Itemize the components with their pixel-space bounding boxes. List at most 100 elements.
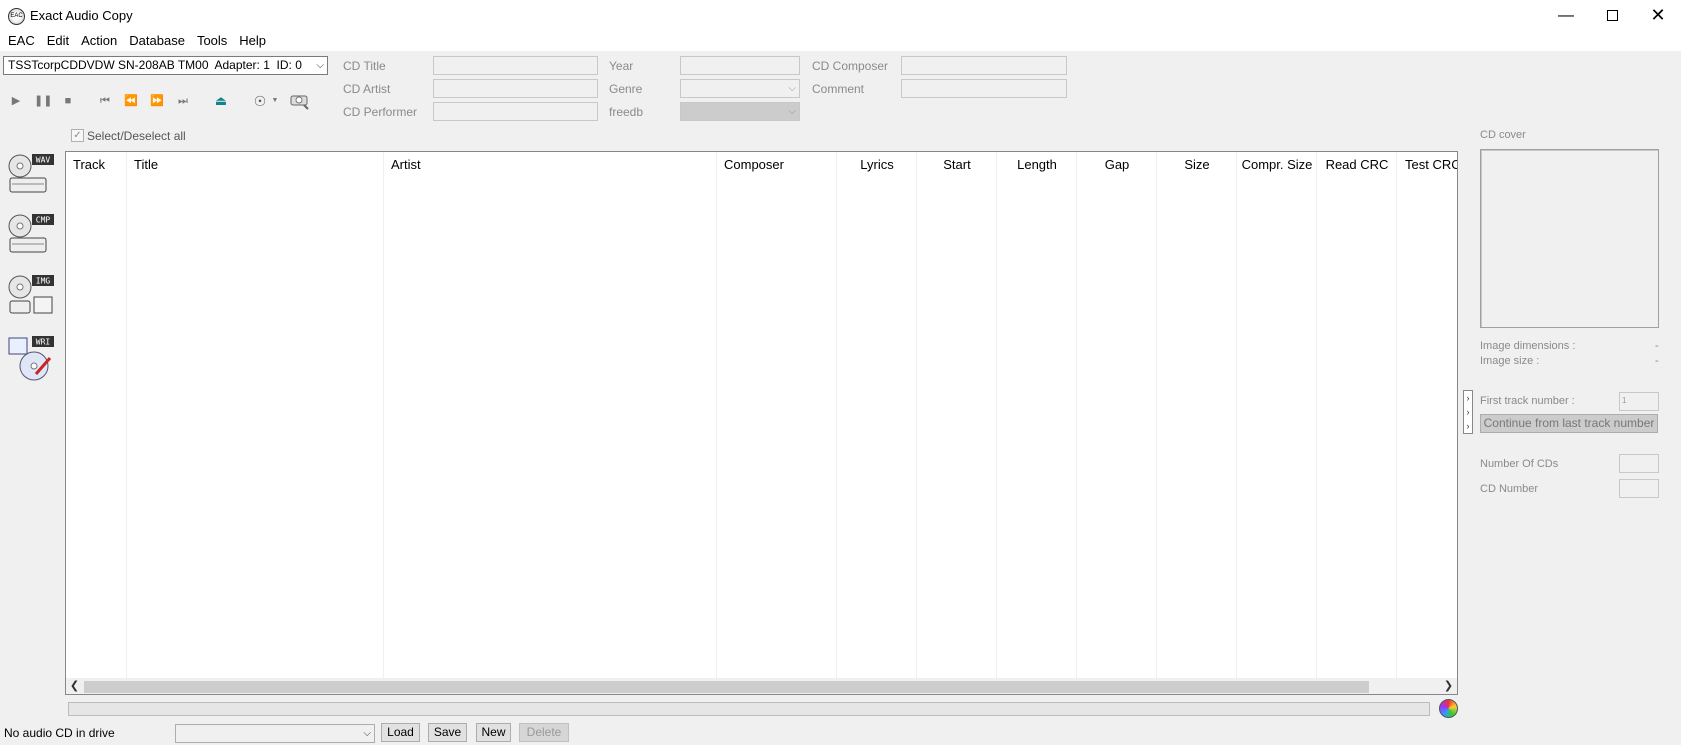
- cd-artist-label: CD Artist: [343, 82, 391, 96]
- drive-options-svg: [290, 95, 309, 110]
- continue-from-last-button[interactable]: Continue from last track number: [1480, 414, 1658, 433]
- copy-image-button[interactable]: IMG: [6, 273, 56, 323]
- chevron-down-icon: ⌵: [788, 83, 796, 94]
- minimize-button[interactable]: —: [1543, 0, 1589, 31]
- column-size: Size: [1157, 152, 1237, 678]
- genre-select[interactable]: ⌵: [680, 79, 800, 98]
- cd-drive-icon[interactable]: ☉: [250, 94, 270, 108]
- year-input[interactable]: [680, 56, 800, 75]
- menu-help[interactable]: Help: [233, 31, 272, 51]
- column-gap: Gap: [1077, 152, 1157, 678]
- img-badge: IMG: [36, 277, 51, 286]
- column-lyrics: Lyrics: [837, 152, 917, 678]
- column-header-length[interactable]: Length: [997, 153, 1077, 177]
- drive-options-icon[interactable]: [289, 92, 311, 110]
- column-header-compr-size[interactable]: Compr. Size: [1237, 153, 1317, 177]
- column-artist: Artist: [384, 152, 717, 678]
- column-header-artist[interactable]: Artist: [384, 153, 428, 177]
- cd-cover-image[interactable]: [1480, 149, 1659, 328]
- column-header-track[interactable]: Track: [66, 153, 112, 177]
- select-all-checkbox[interactable]: ✓: [71, 129, 84, 142]
- cd-title-label: CD Title: [343, 59, 386, 73]
- track-list-table[interactable]: Track Title Artist Composer Lyrics Start…: [65, 151, 1458, 695]
- first-track-input[interactable]: 1: [1619, 392, 1659, 411]
- cd-cover-label: CD cover: [1480, 129, 1526, 141]
- panel-toggle-button[interactable]: › › ›: [1463, 390, 1473, 434]
- column-header-size[interactable]: Size: [1157, 153, 1237, 177]
- rewind-icon[interactable]: ⏪: [123, 94, 139, 108]
- comment-label: Comment: [812, 82, 865, 96]
- freedb-label: freedb: [609, 105, 644, 119]
- cmp-icon: CMP: [8, 214, 54, 253]
- cmp-badge: CMP: [36, 216, 51, 225]
- menu-eac[interactable]: EAC: [2, 31, 41, 51]
- column-title: Title: [127, 152, 384, 678]
- write-cd-button[interactable]: WRI: [6, 334, 56, 384]
- copy-wav-button[interactable]: WAV: [6, 152, 56, 202]
- delete-button[interactable]: Delete: [519, 723, 569, 742]
- cd-number-label: CD Number: [1480, 483, 1539, 495]
- image-size-label: Image size :: [1480, 355, 1540, 367]
- cd-composer-input[interactable]: [901, 56, 1067, 75]
- column-header-lyrics[interactable]: Lyrics: [837, 153, 917, 177]
- pause-icon[interactable]: ❚❚: [34, 94, 52, 108]
- freedb-select[interactable]: ⌵: [680, 102, 800, 121]
- eject-icon[interactable]: ⏏: [213, 94, 229, 108]
- wav-icon: WAV: [8, 154, 54, 193]
- scroll-left-icon[interactable]: ❮: [66, 678, 83, 694]
- first-track-label: First track number :: [1480, 395, 1575, 407]
- column-test-crc: Test CRC: [1397, 152, 1457, 678]
- new-button[interactable]: New: [476, 723, 511, 742]
- maximize-button[interactable]: [1589, 0, 1635, 31]
- globe-icon[interactable]: [1439, 699, 1458, 718]
- status-text: No audio CD in drive: [4, 726, 115, 740]
- next-track-icon[interactable]: ⏭: [175, 94, 191, 108]
- menu-edit[interactable]: Edit: [41, 31, 75, 51]
- maximize-icon: [1606, 10, 1618, 21]
- column-read-crc: Read CRC: [1317, 152, 1397, 678]
- chevron-down-icon: ⌵: [316, 60, 324, 71]
- image-dimensions-label: Image dimensions :: [1480, 340, 1576, 352]
- drive-select-value: TSSTcorpCDDVDW SN-208AB TM00 Adapter: 1 …: [8, 58, 302, 72]
- cd-number-input[interactable]: [1619, 479, 1659, 498]
- column-compr-size: Compr. Size: [1237, 152, 1317, 678]
- number-of-cds-input[interactable]: [1619, 454, 1659, 473]
- menu-tools[interactable]: Tools: [191, 31, 233, 51]
- column-header-gap[interactable]: Gap: [1077, 153, 1157, 177]
- genre-label: Genre: [609, 82, 643, 96]
- column-header-composer[interactable]: Composer: [717, 153, 791, 177]
- scrollbar-thumb[interactable]: [84, 681, 1369, 693]
- wri-badge: WRI: [36, 338, 51, 347]
- column-header-title[interactable]: Title: [127, 153, 165, 177]
- column-header-start[interactable]: Start: [917, 153, 997, 177]
- stop-icon[interactable]: ■: [60, 94, 76, 108]
- save-button[interactable]: Save: [428, 723, 467, 742]
- horizontal-scrollbar[interactable]: ❮ ❯: [66, 678, 1457, 694]
- menu-bar: EAC Edit Action Database Tools Help: [0, 31, 1681, 51]
- menu-action[interactable]: Action: [75, 31, 123, 51]
- drive-select[interactable]: TSSTcorpCDDVDW SN-208AB TM00 Adapter: 1 …: [3, 56, 328, 75]
- play-icon[interactable]: ▶: [8, 94, 24, 108]
- cd-performer-label: CD Performer: [343, 105, 418, 119]
- column-header-test-crc[interactable]: Test CRC: [1405, 153, 1457, 177]
- previous-track-icon[interactable]: ⏮: [97, 94, 113, 108]
- select-all-label: Select/Deselect all: [87, 129, 186, 143]
- chevron-down-icon[interactable]: ▼: [271, 94, 279, 108]
- comment-input[interactable]: [901, 79, 1067, 98]
- menu-database[interactable]: Database: [123, 31, 191, 51]
- load-button[interactable]: Load: [381, 723, 420, 742]
- cd-performer-input[interactable]: [433, 102, 598, 121]
- fast-forward-icon[interactable]: ⏩: [149, 94, 165, 108]
- status-select[interactable]: ⌵: [175, 724, 375, 743]
- close-button[interactable]: ✕: [1635, 0, 1681, 31]
- cd-title-input[interactable]: [433, 56, 598, 75]
- cd-artist-input[interactable]: [433, 79, 598, 98]
- column-track: Track: [66, 152, 127, 678]
- img-icon: IMG: [8, 275, 54, 314]
- scroll-right-icon[interactable]: ❯: [1440, 678, 1457, 694]
- column-start: Start: [917, 152, 997, 678]
- copy-compressed-button[interactable]: CMP: [6, 212, 56, 262]
- year-label: Year: [609, 59, 634, 73]
- column-header-read-crc[interactable]: Read CRC: [1317, 153, 1397, 177]
- number-of-cds-label: Number Of CDs: [1480, 458, 1559, 470]
